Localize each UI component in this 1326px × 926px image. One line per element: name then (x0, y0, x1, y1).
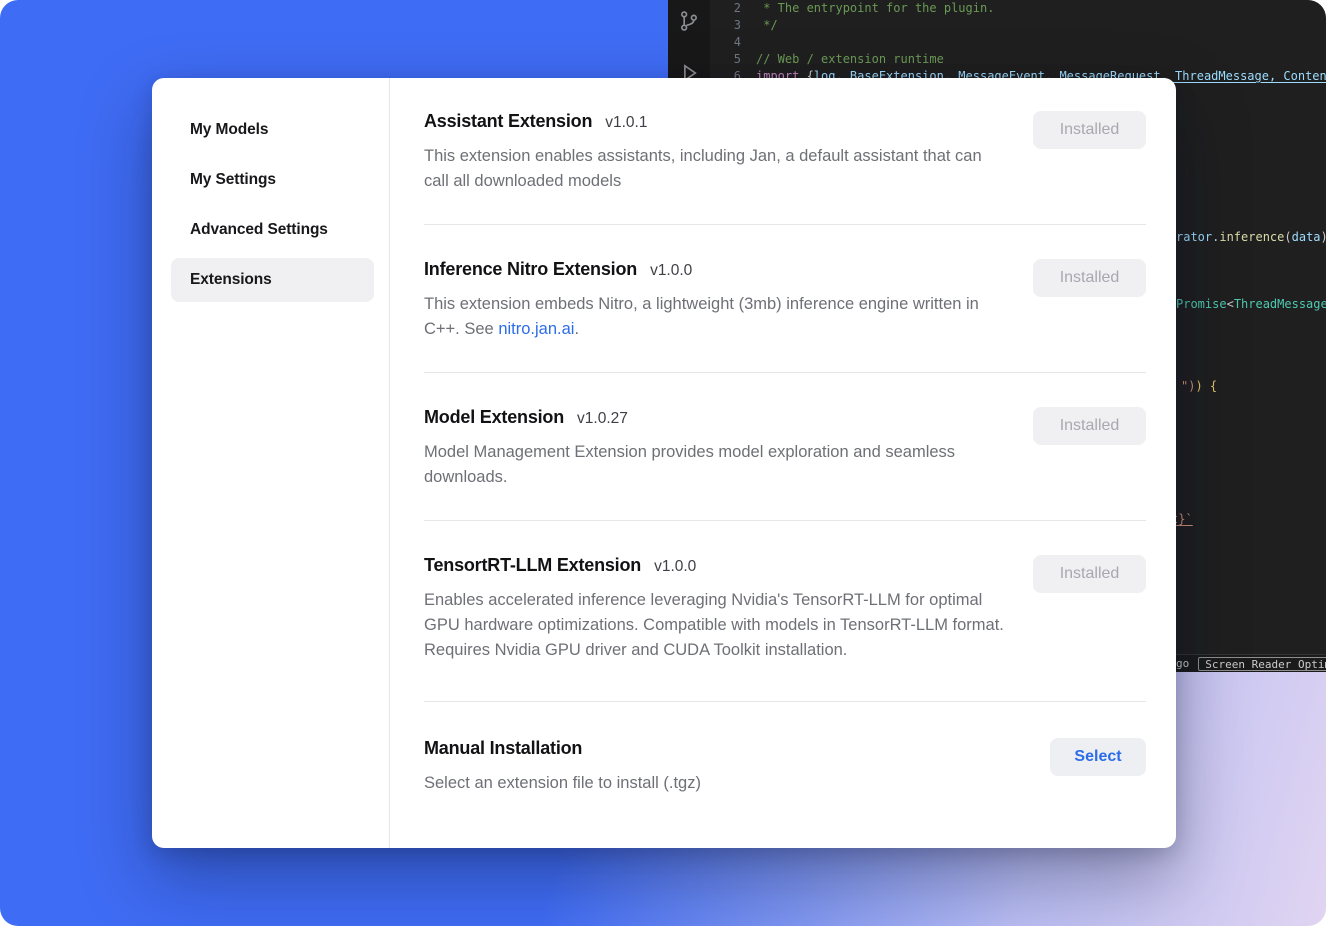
code-text: ); (1321, 230, 1326, 244)
extension-row-model: Model Extension v1.0.27 Model Management… (424, 373, 1146, 521)
extension-row-inference-nitro: Inference Nitro Extension v1.0.0 This ex… (424, 225, 1146, 373)
extension-info: Inference Nitro Extension v1.0.0 This ex… (424, 259, 1009, 342)
description-text: . (574, 320, 579, 338)
code-line: 2 * The entrypoint for the plugin. (710, 0, 1326, 17)
extension-info: TensortRT-LLM Extension v1.0.0 Enables a… (424, 555, 1009, 663)
extension-version: v1.0.1 (605, 114, 647, 132)
extension-title-line: Manual Installation (424, 738, 701, 759)
extension-title-line: Model Extension v1.0.27 (424, 407, 1009, 428)
extension-row-tensorrt-llm: TensortRT-LLM Extension v1.0.0 Enables a… (424, 521, 1146, 702)
extension-version: v1.0.27 (577, 410, 628, 428)
settings-modal: My Models My Settings Advanced Settings … (152, 78, 1176, 848)
line-number: 3 (710, 17, 756, 34)
extension-description: Model Management Extension provides mode… (424, 440, 1009, 490)
code-text: data (1292, 230, 1321, 244)
code-line: 5 // Web / extension runtime (710, 51, 1326, 68)
extension-info: Assistant Extension v1.0.1 This extensio… (424, 111, 1009, 194)
code-text: ThreadMessage (1234, 297, 1326, 311)
code-text: // Web / extension runtime (756, 51, 944, 68)
extension-info: Manual Installation Select an extension … (424, 738, 701, 796)
installed-button: Installed (1033, 555, 1146, 593)
installed-button: Installed (1033, 111, 1146, 149)
extension-title: Assistant Extension (424, 111, 592, 132)
sidebar-item-advanced-settings[interactable]: Advanced Settings (171, 208, 374, 252)
code-fragment: Promise<ThreadMessage> (1176, 297, 1326, 312)
sidebar-item-extensions[interactable]: Extensions (171, 258, 374, 302)
select-button[interactable]: Select (1050, 738, 1146, 776)
extension-description: Enables accelerated inference leveraging… (424, 588, 1009, 663)
manual-installation-row: Manual Installation Select an extension … (424, 702, 1146, 826)
extension-title-line: TensortRT-LLM Extension v1.0.0 (424, 555, 1009, 576)
extension-info: Model Extension v1.0.27 Model Management… (424, 407, 1009, 490)
code-text: inference (1219, 230, 1284, 244)
settings-sidebar: My Models My Settings Advanced Settings … (152, 78, 390, 848)
line-number: 5 (710, 51, 756, 68)
line-number: 2 (710, 0, 756, 17)
code-line: 4 (710, 34, 1326, 51)
manual-installation-description: Select an extension file to install (.tg… (424, 771, 701, 796)
desktop: 2 * The entrypoint for the plugin. 3 */ … (0, 0, 1326, 926)
extension-title: Inference Nitro Extension (424, 259, 637, 280)
extension-version: v1.0.0 (650, 262, 692, 280)
code-text: ") (1181, 379, 1195, 393)
installed-button: Installed (1033, 407, 1146, 445)
code-text: rator. (1176, 230, 1219, 244)
code-area: 2 * The entrypoint for the plugin. 3 */ … (710, 0, 1326, 85)
extension-description: This extension embeds Nitro, a lightweig… (424, 292, 1009, 342)
extension-version: v1.0.0 (654, 558, 696, 576)
extension-title-line: Assistant Extension v1.0.1 (424, 111, 1009, 132)
extension-row-assistant: Assistant Extension v1.0.1 This extensio… (424, 78, 1146, 225)
sidebar-item-my-settings[interactable]: My Settings (171, 158, 374, 202)
nitro-jan-ai-link[interactable]: nitro.jan.ai (498, 320, 574, 338)
code-fragment: rator.inference(data); (1176, 230, 1326, 245)
extension-title-line: Inference Nitro Extension v1.0.0 (424, 259, 1009, 280)
sidebar-item-my-models[interactable]: My Models (171, 108, 374, 152)
extension-title: Model Extension (424, 407, 564, 428)
extension-description: This extension enables assistants, inclu… (424, 144, 1009, 194)
code-text: ) { (1195, 379, 1217, 393)
code-text: */ (756, 17, 778, 34)
code-text: < (1227, 297, 1234, 311)
screen-reader-optimize-button[interactable]: Screen Reader Optimize (1198, 657, 1326, 671)
code-text: ( (1284, 230, 1291, 244)
code-line: 3 */ (710, 17, 1326, 34)
line-number: 4 (710, 34, 756, 51)
installed-button: Installed (1033, 259, 1146, 297)
extension-title: TensortRT-LLM Extension (424, 555, 641, 576)
code-fragment: ")) { (1181, 379, 1217, 394)
code-text: Promise (1176, 297, 1227, 311)
source-control-icon[interactable] (677, 9, 701, 33)
manual-installation-title: Manual Installation (424, 738, 582, 759)
extensions-list: Assistant Extension v1.0.1 This extensio… (390, 78, 1176, 848)
code-text: * The entrypoint for the plugin. (756, 0, 994, 17)
status-text: go (1176, 657, 1189, 670)
